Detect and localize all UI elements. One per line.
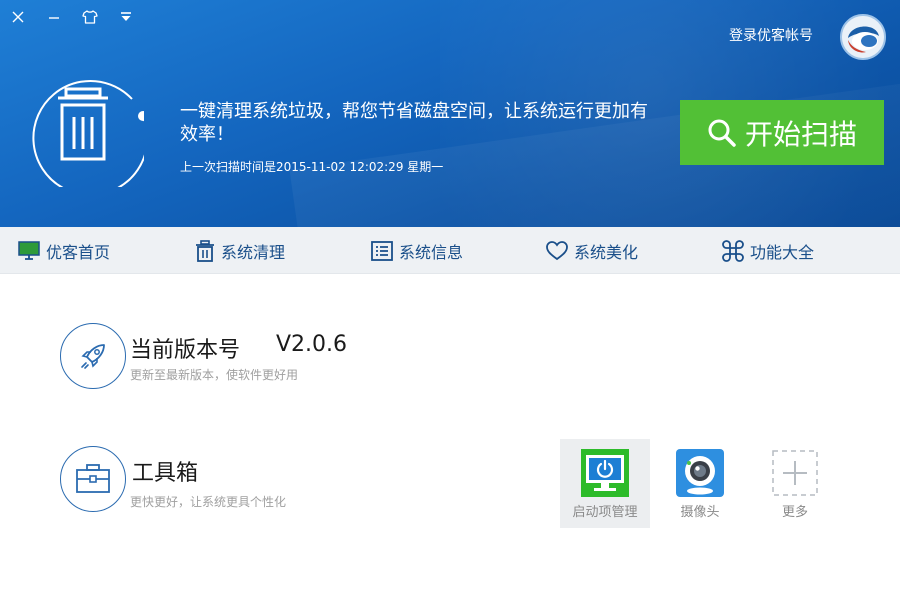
menu-icon[interactable] (116, 8, 136, 26)
tool-label: 摄像头 (680, 505, 720, 520)
tool-label: 启动项管理 (572, 505, 638, 520)
tool-startup-manager[interactable]: 启动项管理 (560, 439, 650, 528)
monitor-icon (18, 240, 40, 260)
close-icon[interactable] (8, 8, 28, 26)
tool-more[interactable]: 更多 (750, 439, 840, 528)
last-scan-time: 上一次扫描时间是2015-11-02 12:02:29 星期一 (180, 160, 444, 174)
nav-item-clean[interactable]: 系统清理 (195, 227, 285, 274)
power-monitor-icon (581, 449, 629, 497)
nav-item-home[interactable]: 优客首页 (18, 227, 110, 274)
slogan-text: 一键清理系统垃圾，帮您节省磁盘空间，让系统运行更加有效率！ (180, 101, 648, 145)
skin-icon[interactable] (80, 8, 100, 26)
command-icon (722, 239, 744, 262)
start-scan-label: 开始扫描 (744, 117, 857, 151)
nav-item-label: 系统美化 (574, 242, 639, 262)
webcam-icon (676, 449, 724, 497)
main-nav: 优客首页 系统清理 系统信息 系统美化 功能大全 (0, 227, 900, 274)
avatar[interactable] (840, 14, 886, 60)
minimize-icon[interactable] (44, 8, 64, 26)
nav-item-label: 系统清理 (221, 242, 286, 262)
plus-icon (771, 449, 819, 497)
version-number: V2.0.6 (276, 332, 348, 357)
start-scan-button[interactable]: 开始扫描 (680, 100, 884, 165)
tool-webcam[interactable]: 摄像头 (655, 439, 745, 528)
toolbox-title: 工具箱 (132, 461, 199, 486)
trash-icon (196, 239, 214, 262)
tool-label: 更多 (781, 505, 808, 520)
nav-item-label: 功能大全 (750, 242, 815, 262)
nav-item-sysinfo[interactable]: 系统信息 (371, 227, 463, 274)
nav-item-label: 优客首页 (46, 242, 111, 262)
header-banner: 登录优客帐号 一键清理系统垃圾，帮您节省磁盘空间，让系统运行更加有效率！ 上一次… (0, 0, 900, 227)
heart-icon (546, 240, 568, 260)
toolbox-icon (60, 446, 126, 512)
nav-item-beautify[interactable]: 系统美化 (546, 227, 638, 274)
nav-item-label: 系统信息 (399, 242, 464, 262)
version-title: 当前版本号 (130, 338, 241, 363)
toolbox-subtitle: 更快更好，让系统更具个性化 (130, 495, 287, 509)
list-icon (371, 240, 393, 261)
trash-ring-graphic (22, 65, 149, 196)
trash-icon (58, 87, 108, 161)
nav-item-features[interactable]: 功能大全 (722, 227, 814, 274)
rocket-icon (60, 323, 126, 389)
login-link[interactable]: 登录优客帐号 (729, 25, 813, 45)
version-subtitle: 更新至最新版本，使软件更好用 (130, 368, 299, 382)
search-icon (708, 119, 736, 147)
